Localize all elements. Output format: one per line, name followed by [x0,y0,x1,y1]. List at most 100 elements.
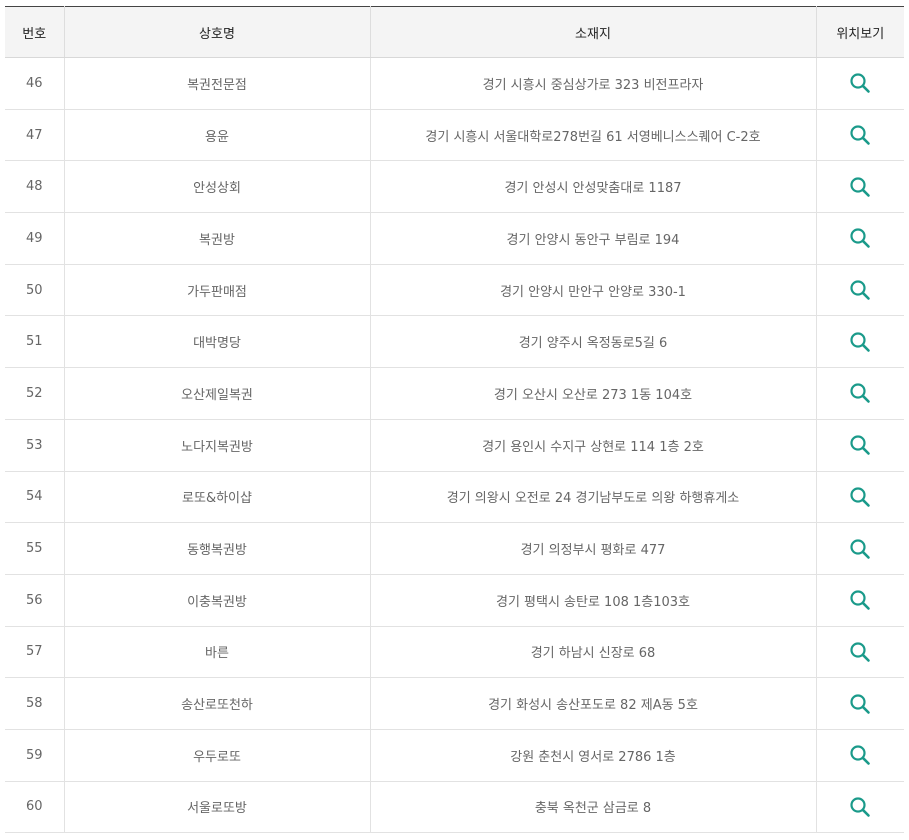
row-number: 51 [5,315,64,369]
search-icon [848,71,872,95]
row-number: 59 [5,729,64,782]
map-cell [815,160,904,214]
store-name: 가두판매점 [63,264,370,317]
search-icon [848,175,872,199]
view-location-button[interactable] [848,381,872,405]
table-row: 60 서울로또방 충북 옥천군 삼금로 8 [5,781,904,834]
map-cell [815,367,904,420]
header-map: 위치보기 [815,6,904,58]
table-row: 59 우두로또 강원 춘천시 영서로 2786 1층 [5,729,904,782]
store-name: 오산제일복권 [63,367,370,420]
view-location-button[interactable] [848,795,872,819]
store-name: 대박명당 [63,315,370,369]
search-icon [848,330,872,354]
store-address: 경기 의정부시 평화로 477 [369,522,816,575]
store-name: 이충복권방 [63,574,370,627]
store-address: 경기 안양시 동안구 부림로 194 [369,212,816,265]
search-icon [848,123,872,147]
store-name: 로또&하이샵 [63,471,370,524]
row-number: 54 [5,471,64,524]
view-location-button[interactable] [848,71,872,95]
map-cell [815,419,904,472]
header-no: 번호 [5,6,64,58]
row-number: 56 [5,574,64,627]
row-number: 57 [5,626,64,679]
store-name: 노다지복권방 [63,419,370,472]
store-name: 우두로또 [63,729,370,782]
row-number: 46 [5,57,64,110]
row-number: 52 [5,367,64,420]
row-number: 49 [5,212,64,265]
store-address: 경기 시흥시 중심상가로 323 비전프라자 [369,57,816,110]
store-name: 용윤 [63,109,370,162]
store-address: 충북 옥천군 삼금로 8 [369,781,816,834]
header-row: 번호 상호명 소재지 위치보기 [5,6,904,58]
map-cell [815,729,904,782]
store-name: 송산로또천하 [63,677,370,730]
view-location-button[interactable] [848,692,872,716]
view-location-button[interactable] [848,123,872,147]
store-list: 번호 상호명 소재지 위치보기 46 복권전문점 경기 시흥시 중심상가로 323 … [5,6,904,834]
map-cell [815,109,904,162]
map-cell [815,315,904,369]
view-location-button[interactable] [848,433,872,457]
store-table: 번호 상호명 소재지 위치보기 46 복권전문점 경기 시흥시 중심상가로 323 … [5,6,904,834]
table-row: 49 복권방 경기 안양시 동안구 부림로 194 [5,212,904,265]
view-location-button[interactable] [848,226,872,250]
store-name: 안성상회 [63,160,370,214]
search-icon [848,743,872,767]
view-location-button[interactable] [848,278,872,302]
header-address: 소재지 [369,6,816,58]
map-cell [815,212,904,265]
row-number: 47 [5,109,64,162]
table-row: 51 대박명당 경기 양주시 옥정동로5길 6 [5,315,904,369]
row-number: 50 [5,264,64,317]
row-number: 60 [5,781,64,834]
search-icon [848,692,872,716]
search-icon [848,381,872,405]
store-name: 복권전문점 [63,57,370,110]
view-location-button[interactable] [848,330,872,354]
store-name: 동행복권방 [63,522,370,575]
view-location-button[interactable] [848,175,872,199]
search-icon [848,588,872,612]
store-address: 경기 안성시 안성맞춤대로 1187 [369,160,816,214]
table-row: 53 노다지복권방 경기 용인시 수지구 상현로 114 1층 2호 [5,419,904,472]
store-address: 경기 용인시 수지구 상현로 114 1층 2호 [369,419,816,472]
search-icon [848,226,872,250]
store-address: 경기 하남시 신장로 68 [369,626,816,679]
search-icon [848,278,872,302]
map-cell [815,471,904,524]
row-number: 55 [5,522,64,575]
store-name: 서울로또방 [63,781,370,834]
header-name: 상호명 [63,6,370,58]
map-cell [815,626,904,679]
table-row: 50 가두판매점 경기 안양시 만안구 안양로 330-1 [5,264,904,317]
map-cell [815,574,904,627]
view-location-button[interactable] [848,640,872,664]
table-row: 58 송산로또천하 경기 화성시 송산포도로 82 제A동 5호 [5,677,904,730]
table-row: 57 바른 경기 하남시 신장로 68 [5,626,904,679]
view-location-button[interactable] [848,588,872,612]
map-cell [815,522,904,575]
store-address: 경기 평택시 송탄로 108 1층103호 [369,574,816,627]
map-cell [815,57,904,110]
search-icon [848,537,872,561]
store-address: 경기 의왕시 오전로 24 경기남부도로 의왕 하행휴게소 [369,471,816,524]
store-address: 경기 양주시 옥정동로5길 6 [369,315,816,369]
table-header: 번호 상호명 소재지 위치보기 [5,6,904,58]
map-cell [815,677,904,730]
view-location-button[interactable] [848,743,872,767]
map-cell [815,781,904,834]
store-address: 경기 시흥시 서울대학로278번길 61 서영베니스스퀘어 C-2호 [369,109,816,162]
row-number: 58 [5,677,64,730]
table-row: 56 이충복권방 경기 평택시 송탄로 108 1층103호 [5,574,904,627]
table-body: 46 복권전문점 경기 시흥시 중심상가로 323 비전프라자 47 용윤 경기 시흥시 … [5,57,904,834]
view-location-button[interactable] [848,537,872,561]
table-row: 55 동행복권방 경기 의정부시 평화로 477 [5,522,904,575]
view-location-button[interactable] [848,485,872,509]
store-address: 경기 오산시 오산로 273 1동 104호 [369,367,816,420]
search-icon [848,433,872,457]
table-row: 54 로또&하이샵 경기 의왕시 오전로 24 경기남부도로 의왕 하행휴게소 [5,471,904,524]
search-icon [848,640,872,664]
